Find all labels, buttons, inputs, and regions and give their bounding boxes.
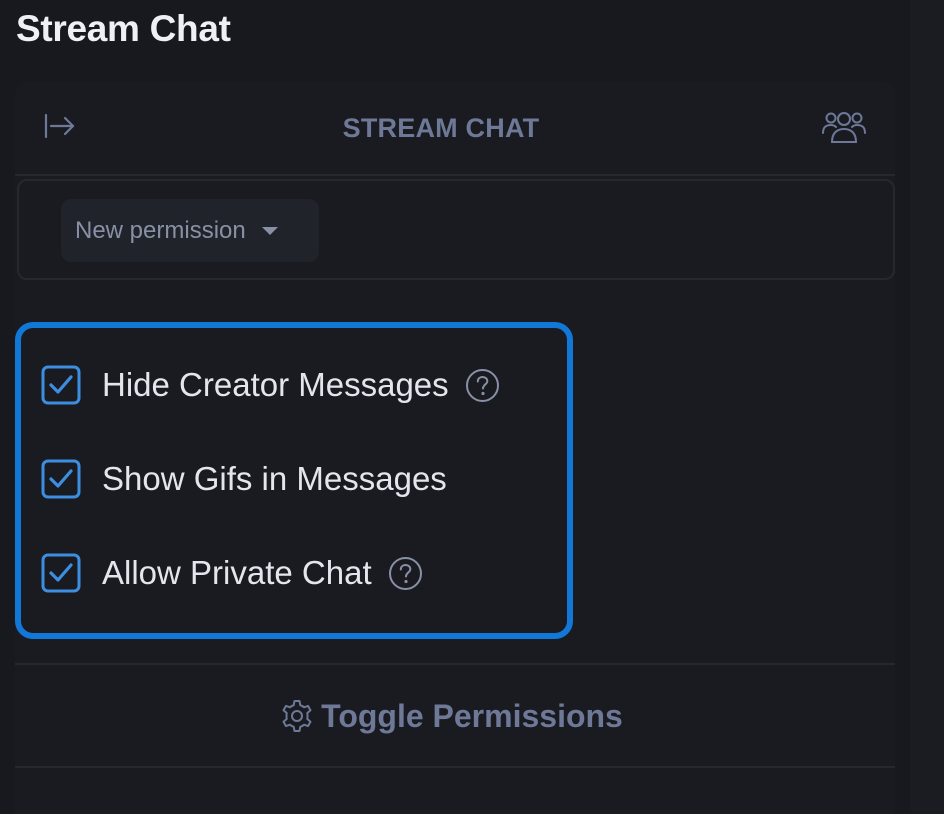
caret-down-icon <box>261 226 278 235</box>
permission-selector-container: New permission <box>17 179 895 280</box>
toggle-permissions-button[interactable]: Toggle Permissions <box>15 666 895 766</box>
scroll-gutter <box>910 0 944 814</box>
users-icon[interactable] <box>820 106 868 146</box>
permission-dropdown[interactable]: New permission <box>61 199 319 262</box>
option-label: Hide Creator Messages <box>102 366 449 403</box>
option-hide-creator-messages: Hide Creator Messages <box>41 365 500 405</box>
help-circle-icon[interactable] <box>465 368 500 403</box>
checkbox-checked-icon[interactable] <box>41 365 81 405</box>
divider <box>15 663 895 665</box>
panel-header: STREAM CHAT <box>15 82 895 176</box>
option-show-gifs: Show Gifs in Messages <box>41 459 447 499</box>
divider <box>15 766 895 768</box>
checkbox-checked-icon[interactable] <box>41 459 81 499</box>
help-circle-icon[interactable] <box>388 556 423 591</box>
gear-icon <box>282 700 312 732</box>
page-title: Stream Chat <box>16 8 231 49</box>
option-label: Show Gifs in Messages <box>102 460 447 497</box>
option-allow-private-chat: Allow Private Chat <box>41 553 423 593</box>
permission-dropdown-value: New permission <box>75 216 246 244</box>
toggle-permissions-label: Toggle Permissions <box>321 697 623 734</box>
panel-title: STREAM CHAT <box>342 113 540 143</box>
option-label: Allow Private Chat <box>102 554 372 591</box>
checkbox-checked-icon[interactable] <box>41 553 81 593</box>
options-highlight: Hide Creator Messages Show Gifs in Messa… <box>15 322 573 639</box>
